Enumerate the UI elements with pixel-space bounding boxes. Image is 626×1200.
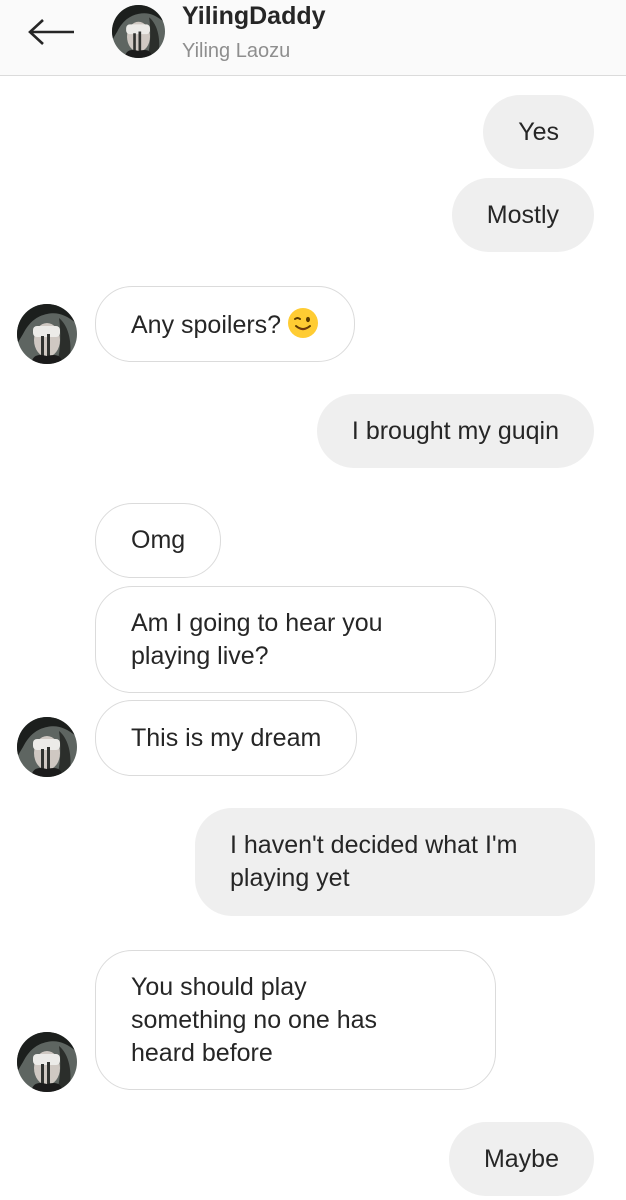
message-bubble-sent[interactable]: Yes	[483, 95, 594, 169]
avatar[interactable]	[17, 717, 77, 777]
message-text: Yes	[518, 117, 559, 146]
avatar[interactable]	[17, 304, 77, 364]
message-bubble-sent[interactable]: I haven't decided what I'm playing yet	[195, 808, 595, 916]
message-text: Mostly	[486, 200, 559, 229]
back-button[interactable]	[22, 10, 80, 54]
message-bubble-received[interactable]: Am I going to hear you playing live?	[95, 586, 496, 693]
page-subtitle: Yiling Laozu	[182, 40, 291, 62]
chat-header: YilingDaddy Yiling Laozu	[0, 0, 626, 76]
page-title: YilingDaddy	[182, 2, 326, 30]
profile-photo-icon	[112, 5, 165, 58]
message-text: You should play something no one has hea…	[131, 972, 378, 1067]
message-bubble-received[interactable]: You should play something no one has hea…	[95, 950, 496, 1090]
message-bubble-received[interactable]: Omg	[95, 503, 222, 578]
message-text: Any spoilers?	[131, 307, 319, 342]
profile-photo-icon	[17, 304, 77, 364]
message-bubble-sent[interactable]: Mostly	[451, 178, 594, 252]
message-bubble-received[interactable]: Any spoilers?	[95, 286, 356, 362]
message-bubble-sent[interactable]: Maybe	[448, 1122, 594, 1196]
message-bubble-sent[interactable]: I brought my guqin	[316, 394, 594, 468]
message-text: I haven't decided what I'm playing yet	[230, 831, 518, 892]
message-text: Omg	[131, 526, 186, 554]
message-text: This is my dream	[131, 723, 322, 752]
message-text: Maybe	[483, 1144, 559, 1173]
back-arrow-icon	[28, 19, 74, 45]
profile-photo-icon	[17, 1032, 77, 1092]
message-text: Am I going to hear you playing live?	[131, 608, 383, 670]
avatar[interactable]	[17, 1032, 77, 1092]
message-bubble-received[interactable]: This is my dream	[95, 700, 358, 776]
message-text: I brought my guqin	[351, 416, 559, 445]
winking-face-icon	[288, 307, 319, 338]
avatar[interactable]	[112, 5, 165, 58]
profile-photo-icon	[17, 717, 77, 777]
